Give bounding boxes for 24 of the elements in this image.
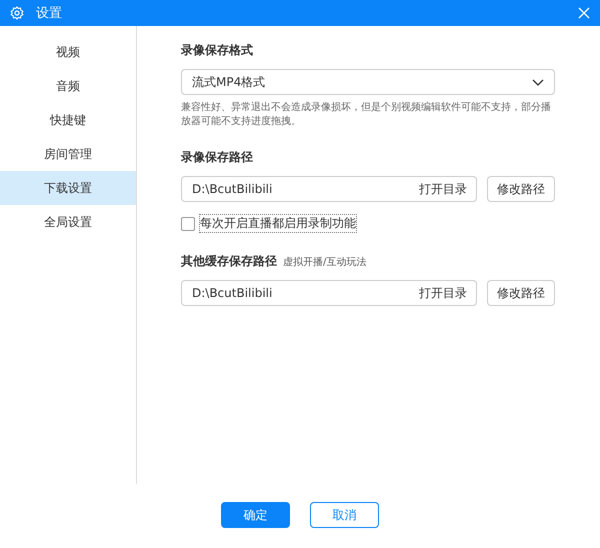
window-title: 设置 [36,5,63,22]
open-folder-button[interactable]: 打开目录 [419,280,467,306]
section-heading: 其他缓存保存路径 [181,253,277,270]
format-dropdown[interactable]: 流式MP4格式 [181,69,555,95]
section-heading: 录像保存路径 [181,149,254,166]
change-path-button[interactable]: 修改路径 [487,176,555,202]
change-path-button[interactable]: 修改路径 [487,280,555,306]
section-heading: 录像保存格式 [181,42,254,59]
chevron-down-icon [532,78,544,86]
open-folder-button[interactable]: 打开目录 [419,176,467,202]
sidebar-item[interactable]: 下载设置 [0,171,136,205]
sidebar-item[interactable]: 快捷键 [0,103,136,137]
confirm-button[interactable]: 确定 [221,502,290,528]
sidebar-item[interactable]: 音频 [0,69,136,103]
sidebar-item[interactable]: 全局设置 [0,205,136,239]
section-note: 虚拟开播/互动玩法 [283,256,366,269]
hint-text: 兼容性好、异常退出不会造成录像损坏，但是个别视频编辑软件可能不支持，部分播放器可能不支持进度拖拽。 [181,101,552,129]
close-icon[interactable] [578,7,590,19]
cancel-button[interactable]: 取消 [310,502,379,528]
settings-icon [10,6,24,20]
checkbox-label[interactable]: 每次开启直播都启用录制功能 [199,214,357,233]
checkbox[interactable] [181,216,195,230]
sidebar-item[interactable]: 视频 [0,35,136,69]
sidebar-item[interactable]: 房间管理 [0,137,136,171]
